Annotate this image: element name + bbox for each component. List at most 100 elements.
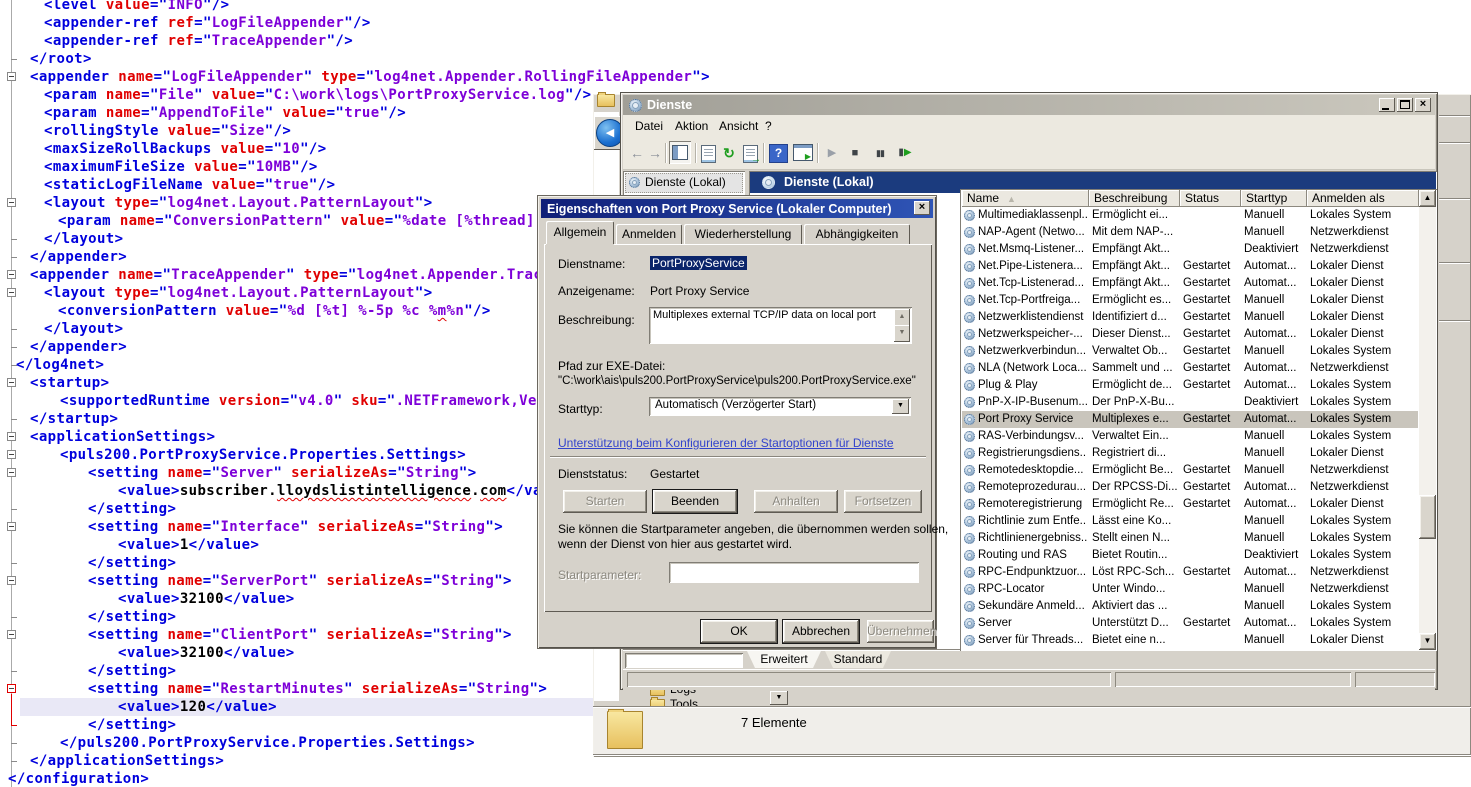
minimize-button[interactable] [1379,98,1395,112]
cell-anmelden-als: Lokales System [1310,343,1415,360]
service-row[interactable]: Sekundäre Anmeld...Aktiviert das ...Manu… [962,598,1418,615]
service-row[interactable]: Routing und RASBietet Routin...Deaktivie… [962,547,1418,564]
close-button[interactable]: × [1415,98,1431,112]
service-row[interactable]: RemoteregistrierungErmöglicht Re...Gesta… [962,496,1418,513]
help-icon[interactable]: ? [769,144,788,163]
column-header-starttyp[interactable]: Starttyp [1241,190,1307,207]
tab-wiederherstellung[interactable]: Wiederherstellung [684,224,802,244]
restart-service-icon[interactable]: ▮▶ [895,143,915,163]
fold-collapse-icon[interactable] [7,270,16,279]
code-line: <param name="ConversionPattern" value="%… [58,212,570,230]
service-row[interactable]: Plug & PlayErmöglicht de...GestartetAuto… [962,377,1418,394]
fold-collapse-icon[interactable] [7,684,16,693]
column-header-beschreibung[interactable]: Beschreibung [1089,190,1180,207]
fold-collapse-icon[interactable] [7,630,16,639]
services-gear-icon [629,177,640,188]
service-row[interactable]: Net.Pipe-Listenera...Empfängt Akt...Gest… [962,258,1418,275]
fold-end-tick [11,257,17,258]
menu-datei[interactable]: Datei [635,119,663,133]
cell-anmelden-als: Lokaler Dienst [1310,445,1415,462]
filter-box[interactable] [625,653,743,668]
service-row[interactable]: Richtlinienergebniss... Stellt einen N...… [962,530,1418,547]
code-line: <level value="INFO"/> [44,0,229,14]
cell-beschreibung: Unter Windo... [1092,581,1177,598]
fold-collapse-icon[interactable] [7,468,16,477]
start-service-icon[interactable]: ▶ [822,143,842,163]
forward-arrow-icon[interactable]: → [645,143,665,163]
cell-starttyp: Manuell [1244,462,1304,479]
services-title-bar[interactable]: Dienste × [623,95,1435,115]
fold-collapse-icon[interactable] [7,450,16,459]
scrollbar-track[interactable] [1419,190,1436,650]
service-row[interactable]: Net.Tcp-Listenerad...Empfängt Akt...Gest… [962,275,1418,292]
cell-status [1183,207,1238,224]
service-row[interactable]: Net.Msmq-Listener...Empfängt Akt...Deakt… [962,241,1418,258]
export-list-icon[interactable]: → [743,145,758,163]
cell-beschreibung: Stellt einen N... [1092,530,1177,547]
scope-item-dienste-lokal[interactable]: Dienste (Lokal) [625,173,743,193]
cell-name: Richtlinienergebniss... [978,530,1087,547]
fold-collapse-icon[interactable] [7,432,16,441]
dialog-close-icon[interactable]: × [914,201,930,215]
cell-starttyp: Automat... [1244,258,1304,275]
ok-button[interactable]: OK [701,620,777,643]
service-row[interactable]: RPC-LocatorUnter Windo...ManuellNetzwerk… [962,581,1418,598]
service-row[interactable]: RPC-Endpunktzuor...Löst RPC-Sch...Gestar… [962,564,1418,581]
service-row[interactable]: NLA (Network Loca...Sammelt und ...Gesta… [962,360,1418,377]
fold-collapse-icon[interactable] [7,288,16,297]
fold-collapse-icon[interactable] [7,576,16,585]
service-row[interactable]: NetzwerklistendienstIdentifiziert d...Ge… [962,309,1418,326]
service-row[interactable]: Netzwerkverbindun...Verwaltet Ob...Gesta… [962,343,1418,360]
show-window-icon[interactable] [793,144,813,161]
back-arrow-icon[interactable]: ← [627,143,647,163]
cell-beschreibung: Bietet eine n... [1092,632,1177,649]
cell-anmelden-als: Lokaler Dienst [1310,632,1415,649]
scrollbar-up-icon[interactable]: ▲ [1419,190,1436,207]
scrollbar-down-icon[interactable]: ▼ [1419,633,1436,650]
refresh-icon[interactable]: ↻ [719,143,739,163]
code-line: <applicationSettings> [30,428,215,446]
code-line: <setting name="Interface" serializeAs="S… [88,518,503,536]
service-row[interactable]: PnP-X-IP-Busenum...Der PnP-X-Bu...Deakti… [962,394,1418,411]
service-row[interactable]: ServerUnterstützt D...GestartetAutomat..… [962,615,1418,632]
menu-hilfe[interactable]: ? [765,119,772,133]
menu-ansicht[interactable]: Ansicht [719,119,758,133]
fold-collapse-icon[interactable] [7,522,16,531]
service-row[interactable]: Server für Threads...Bietet eine n...Man… [962,632,1418,649]
pause-service-icon[interactable]: ▮▮ [870,143,890,163]
column-header-anmelden-als[interactable]: Anmelden als [1307,190,1419,207]
service-row[interactable]: Richtlinie zum Entfe...Lässt eine Ko...M… [962,513,1418,530]
service-row[interactable]: Multimediaklassenpl...Ermöglicht ei...Ma… [962,207,1418,224]
tab-allgemein[interactable]: Allgemein [546,221,614,244]
stop-service-icon[interactable]: ■ [845,143,865,163]
tab-standard[interactable]: Standard [825,651,891,668]
menu-aktion[interactable]: Aktion [675,119,708,133]
tab-erweitert[interactable]: Erweitert [747,651,821,668]
service-row[interactable]: RAS-Verbindungsv...Verwaltet Ein...Manue… [962,428,1418,445]
fold-collapse-icon[interactable] [7,378,16,387]
code-line: <value>120</value> [118,698,277,716]
tab-abhaengigkeiten[interactable]: Abhängigkeiten [804,224,910,244]
tab-anmelden[interactable]: Anmelden [616,224,682,244]
column-header-name[interactable]: Name▲ [962,190,1089,207]
dialog-title-bar[interactable]: Eigenschaften von Port Proxy Service (Lo… [541,199,933,218]
column-header-status[interactable]: Status [1180,190,1241,207]
cell-status: Gestartet [1183,462,1238,479]
fold-collapse-icon[interactable] [7,198,16,207]
service-row[interactable]: Port Proxy ServiceMultiplexes e...Gestar… [962,411,1418,428]
service-gear-icon [964,363,975,374]
service-row[interactable]: Netzwerkspeicher-...Dieser Dienst...Gest… [962,326,1418,343]
scrollbar-thumb[interactable] [1419,495,1436,539]
uebernehmen-button[interactable]: Übernehmen [867,620,934,643]
service-row[interactable]: Remoteprozedurau...Der RPCSS-Di...Gestar… [962,479,1418,496]
service-row[interactable]: Registrierungsdiens...Registriert di...M… [962,445,1418,462]
service-row[interactable]: Remotedesktopdie...Ermöglicht Be...Gesta… [962,462,1418,479]
fold-collapse-icon[interactable] [7,72,16,81]
combo-dropdown-icon[interactable]: ▼ [770,691,788,705]
console-tree-toggle-icon[interactable] [669,141,691,164]
service-row[interactable]: Net.Tcp-Portfreiga...Ermöglicht es...Ges… [962,292,1418,309]
maximize-button[interactable] [1397,98,1413,112]
properties-icon[interactable] [701,145,716,163]
service-row[interactable]: NAP-Agent (Netwo...Mit dem NAP-...Manuel… [962,224,1418,241]
abbrechen-button[interactable]: Abbrechen [783,620,859,643]
